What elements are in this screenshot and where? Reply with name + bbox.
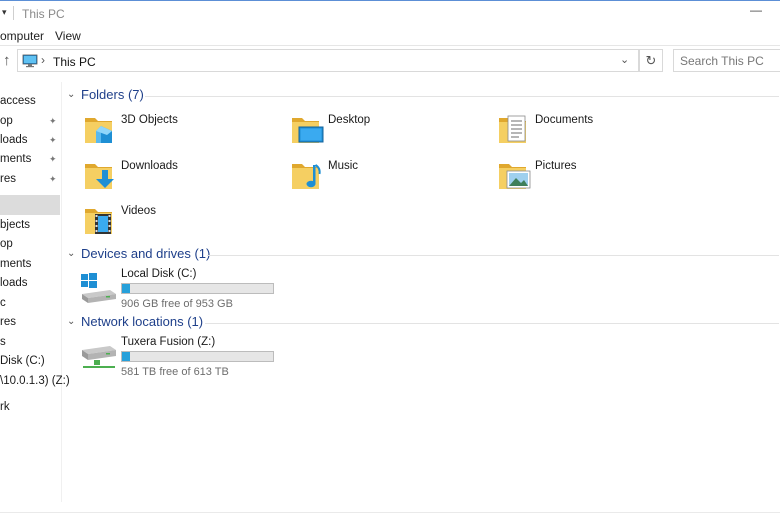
folder-label: Pictures xyxy=(535,160,577,172)
drive-usage-fill xyxy=(122,284,130,293)
nav-item-desktop-pinned[interactable]: op ✦ xyxy=(0,112,60,132)
nav-item-label: c xyxy=(0,297,6,309)
section-divider xyxy=(205,323,779,324)
folder-label: Music xyxy=(328,160,359,172)
address-bar[interactable]: › This PC ⌄ xyxy=(17,49,639,72)
nav-item-label: op xyxy=(0,115,13,127)
3d-objects-folder-icon xyxy=(84,110,120,146)
nav-item-label: res xyxy=(0,173,16,185)
documents-folder-icon xyxy=(498,110,534,146)
nav-item-label: s xyxy=(0,336,6,348)
section-title: Network locations (1) xyxy=(81,314,204,329)
minimize-button[interactable]: — xyxy=(750,3,762,17)
nav-item-documents[interactable]: ments xyxy=(0,255,60,275)
nav-item-network[interactable]: rk xyxy=(0,398,60,418)
title-bar: ▾ This PC — xyxy=(0,0,780,25)
nav-item-label: access xyxy=(0,95,36,107)
nav-item-label: bjects xyxy=(0,219,31,231)
drive-usage-bar xyxy=(121,283,274,294)
ribbon-divider xyxy=(0,45,780,46)
drive-tuxera-fusion-z[interactable]: Tuxera Fusion (Z:) 581 TB free of 613 TB xyxy=(80,336,320,386)
drive-name: Tuxera Fusion (Z:) xyxy=(121,336,216,348)
nav-item-downloads-pinned[interactable]: loads ✦ xyxy=(0,131,60,151)
nav-item-label: ments xyxy=(0,258,32,270)
collapse-chevron-icon[interactable]: ⌄ xyxy=(67,248,75,259)
nav-item-downloads[interactable]: loads xyxy=(0,274,60,294)
folder-label: Desktop xyxy=(328,114,371,126)
nav-item-label: ments xyxy=(0,153,32,165)
pictures-folder-icon xyxy=(498,156,534,192)
downloads-folder-icon xyxy=(84,156,120,192)
section-title: Folders (7) xyxy=(81,87,144,102)
folder-label: 3D Objects xyxy=(121,114,178,126)
pin-icon: ✦ xyxy=(49,154,57,164)
tab-computer[interactable]: omputer xyxy=(0,29,44,43)
folder-desktop[interactable]: Desktop xyxy=(291,110,491,154)
breadcrumb-separator: › xyxy=(41,53,45,67)
pin-icon: ✦ xyxy=(49,116,57,126)
section-header-network[interactable]: ⌄ Network locations (1) xyxy=(67,314,779,332)
breadcrumb-this-pc[interactable]: This PC xyxy=(53,55,96,69)
folder-downloads[interactable]: Downloads xyxy=(84,156,284,200)
nav-item-3d-objects[interactable]: bjects xyxy=(0,216,60,236)
nav-item-label: Disk (C:) xyxy=(0,355,45,367)
up-arrow-icon[interactable]: ↑ xyxy=(3,52,11,69)
nav-item-label: rk xyxy=(0,401,10,413)
nav-item-pictures[interactable]: res xyxy=(0,313,60,333)
collapse-chevron-icon[interactable]: ⌄ xyxy=(67,89,75,100)
folder-label: Downloads xyxy=(121,160,178,172)
nav-item-network-drive[interactable]: \10.0.1.3) (Z:) xyxy=(0,372,70,392)
folder-3d-objects[interactable]: 3D Objects xyxy=(84,110,284,154)
drive-free-space: 581 TB free of 613 TB xyxy=(121,366,229,378)
desktop-folder-icon xyxy=(291,110,327,146)
tab-view[interactable]: View xyxy=(55,29,81,43)
nav-item-desktop[interactable]: op xyxy=(0,235,60,255)
drive-name: Local Disk (C:) xyxy=(121,268,197,280)
nav-item-videos[interactable]: s xyxy=(0,333,60,353)
music-folder-icon xyxy=(291,156,327,192)
this-pc-icon xyxy=(22,54,38,71)
pin-icon: ✦ xyxy=(49,174,57,184)
address-dropdown-icon[interactable]: ⌄ xyxy=(620,53,629,66)
nav-item-this-pc[interactable] xyxy=(0,195,60,215)
section-header-folders[interactable]: ⌄ Folders (7) xyxy=(67,87,779,105)
windows-drive-icon xyxy=(80,270,118,307)
nav-item-local-disk[interactable]: Disk (C:) xyxy=(0,352,60,372)
folder-label: Videos xyxy=(121,205,156,217)
window-title: This PC xyxy=(22,7,65,21)
search-input[interactable] xyxy=(673,49,780,72)
pin-icon: ✦ xyxy=(49,135,57,145)
folder-videos[interactable]: Videos xyxy=(84,201,284,245)
collapse-chevron-icon[interactable]: ⌄ xyxy=(67,316,75,327)
folder-music[interactable]: Music xyxy=(291,156,491,200)
drive-local-disk-c[interactable]: Local Disk (C:) 906 GB free of 953 GB xyxy=(80,268,320,318)
nav-item-label: op xyxy=(0,238,13,250)
drive-free-space: 906 GB free of 953 GB xyxy=(121,298,233,310)
folder-documents[interactable]: Documents xyxy=(498,110,698,154)
nav-item-music[interactable]: c xyxy=(0,294,60,314)
network-drive-icon xyxy=(80,338,118,375)
drive-usage-bar xyxy=(121,351,274,362)
title-separator xyxy=(13,6,14,20)
videos-folder-icon xyxy=(84,201,120,237)
nav-item-documents-pinned[interactable]: ments ✦ xyxy=(0,150,60,170)
nav-item-label: res xyxy=(0,316,16,328)
status-bar xyxy=(0,512,780,516)
navigation-pane: access op ✦ loads ✦ ments ✦ res ✦ bjects op … xyxy=(0,82,70,502)
section-header-devices[interactable]: ⌄ Devices and drives (1) xyxy=(67,246,779,264)
section-divider xyxy=(145,96,779,97)
ribbon-tabs: omputer View xyxy=(0,25,780,45)
nav-item-label: loads xyxy=(0,134,28,146)
folder-pictures[interactable]: Pictures xyxy=(498,156,698,200)
nav-item-label: loads xyxy=(0,277,28,289)
nav-item-quick-access[interactable]: access xyxy=(0,92,60,112)
nav-item-pictures-pinned[interactable]: res ✦ xyxy=(0,170,60,190)
quick-access-dropdown-icon[interactable]: ▾ xyxy=(2,7,7,18)
nav-item-label: \10.0.1.3) (Z:) xyxy=(0,375,70,387)
refresh-button[interactable]: ↻ xyxy=(639,49,663,72)
section-title: Devices and drives (1) xyxy=(81,246,211,261)
section-divider xyxy=(207,255,779,256)
drive-usage-fill xyxy=(122,352,130,361)
folder-label: Documents xyxy=(535,114,594,126)
